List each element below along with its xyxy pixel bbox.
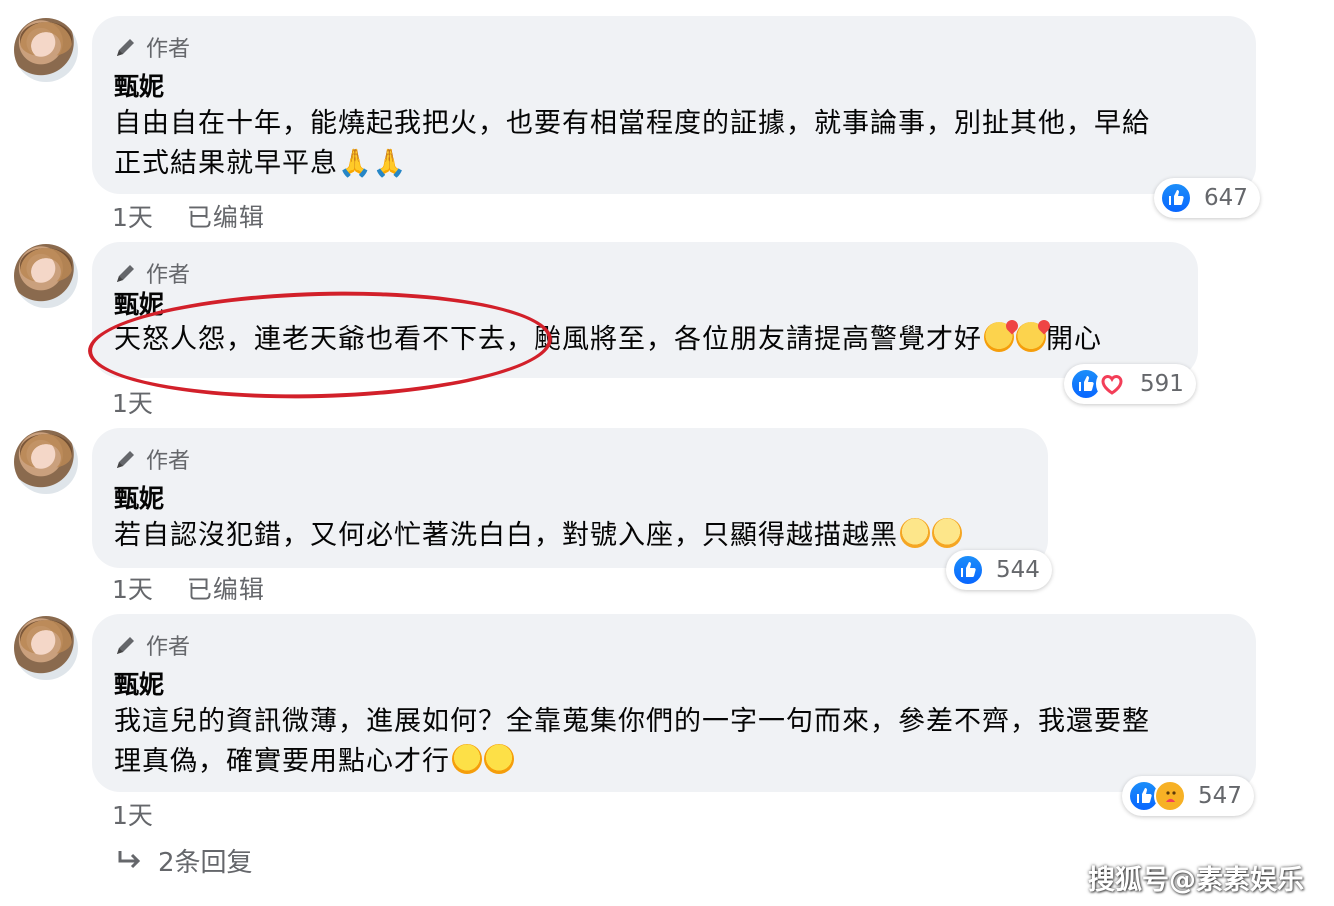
author-badge: 作者	[114, 630, 1234, 660]
avatar[interactable]	[14, 430, 78, 494]
view-replies-link[interactable]: 2条回复	[116, 842, 253, 879]
edited-label[interactable]: 已编辑	[187, 570, 265, 606]
author-badge: 作者	[114, 32, 1234, 62]
avatar-hair	[20, 22, 72, 56]
comment-text-suffix: 開心	[1046, 324, 1102, 355]
pencil-icon	[117, 637, 134, 654]
avatar-hair	[20, 248, 72, 282]
reaction-summary[interactable]: 591	[1064, 364, 1196, 404]
reaction-summary[interactable]: 647	[1154, 178, 1260, 218]
grinning-sweat-emoji	[452, 744, 482, 774]
timestamp[interactable]: 1天	[112, 384, 153, 420]
pencil-icon	[117, 451, 134, 468]
author-badge-label: 作者	[146, 449, 191, 474]
avatar-hair	[20, 620, 72, 654]
comment-text-body: 我這兒的資訊微薄，進展如何？全靠蒐集你們的一字一句而來，參差不齊，我還要整 理真…	[114, 706, 1150, 777]
author-badge: 作者	[114, 444, 1026, 474]
reaction-count: 647	[1204, 185, 1248, 211]
comment-bubble: 作者 甄妮 我這兒的資訊微薄，進展如何？全靠蒐集你們的一字一句而來，參差不齊，我…	[92, 614, 1256, 792]
commenter-name[interactable]: 甄妮	[114, 70, 1234, 104]
avatar[interactable]	[14, 18, 78, 82]
reaction-summary[interactable]: 547	[1122, 776, 1254, 816]
avatar[interactable]	[14, 616, 78, 680]
view-replies-label: 2条回复	[158, 848, 253, 878]
avatar-hair	[20, 434, 72, 468]
author-badge: 作者	[114, 258, 1176, 288]
like-icon	[1160, 182, 1192, 214]
reaction-count: 547	[1198, 783, 1242, 809]
comment-bubble: 作者 甄妮 自由自在十年，能燒起我把火，也要有相當程度的証據，就事論事，別扯其他…	[92, 16, 1256, 194]
pray-emoji: 🙏🙏	[338, 148, 408, 179]
comment-text-body: 若自認沒犯錯，又何必忙著洗白白，對號入座，只顯得越描越黑	[114, 520, 898, 551]
reaction-count: 591	[1140, 371, 1184, 397]
author-badge-label: 作者	[146, 263, 191, 288]
commenter-name[interactable]: 甄妮	[114, 482, 1026, 516]
author-badge-label: 作者	[146, 635, 191, 660]
like-icon	[952, 554, 984, 586]
edited-label[interactable]: 已编辑	[187, 198, 265, 234]
comment-bubble: 作者 甄妮 若自認沒犯錯，又何必忙著洗白白，對號入座，只顯得越描越黑	[92, 428, 1048, 568]
comment-text-body: 自由自在十年，能燒起我把火，也要有相當程度的証據，就事論事，別扯其他，早給 正式…	[114, 108, 1150, 179]
pencil-icon	[117, 265, 134, 282]
care-icon	[1154, 780, 1186, 812]
comment-text: 若自認沒犯錯，又何必忙著洗白白，對號入座，只顯得越描越黑	[114, 516, 1026, 556]
author-badge-label: 作者	[146, 37, 191, 62]
love-icon	[1096, 368, 1128, 400]
watermark: 搜狐号@素素娱乐	[1088, 865, 1304, 896]
reply-arrow-icon	[118, 850, 141, 868]
reaction-count: 544	[996, 557, 1040, 583]
relieved-face-emoji	[900, 518, 930, 548]
timestamp[interactable]: 1天	[112, 796, 153, 832]
relieved-face-emoji	[932, 518, 962, 548]
comment-meta: 1天 已编辑	[112, 570, 265, 606]
smiling-hearts-emoji	[1016, 322, 1046, 352]
comment-meta: 1天	[112, 796, 153, 832]
timestamp[interactable]: 1天	[112, 198, 153, 234]
comment-text: 我這兒的資訊微薄，進展如何？全靠蒐集你們的一字一句而來，參差不齊，我還要整 理真…	[114, 702, 1234, 782]
comment-meta: 1天	[112, 384, 153, 420]
grinning-sweat-emoji	[484, 744, 514, 774]
comment-text: 自由自在十年，能燒起我把火，也要有相當程度的証據，就事論事，別扯其他，早給 正式…	[114, 104, 1234, 184]
reaction-summary[interactable]: 544	[946, 550, 1052, 590]
smiling-hearts-emoji	[984, 322, 1014, 352]
pencil-icon	[117, 39, 134, 56]
commenter-name[interactable]: 甄妮	[114, 668, 1234, 702]
timestamp[interactable]: 1天	[112, 570, 153, 606]
avatar[interactable]	[14, 244, 78, 308]
comment-meta: 1天 已编辑	[112, 198, 265, 234]
